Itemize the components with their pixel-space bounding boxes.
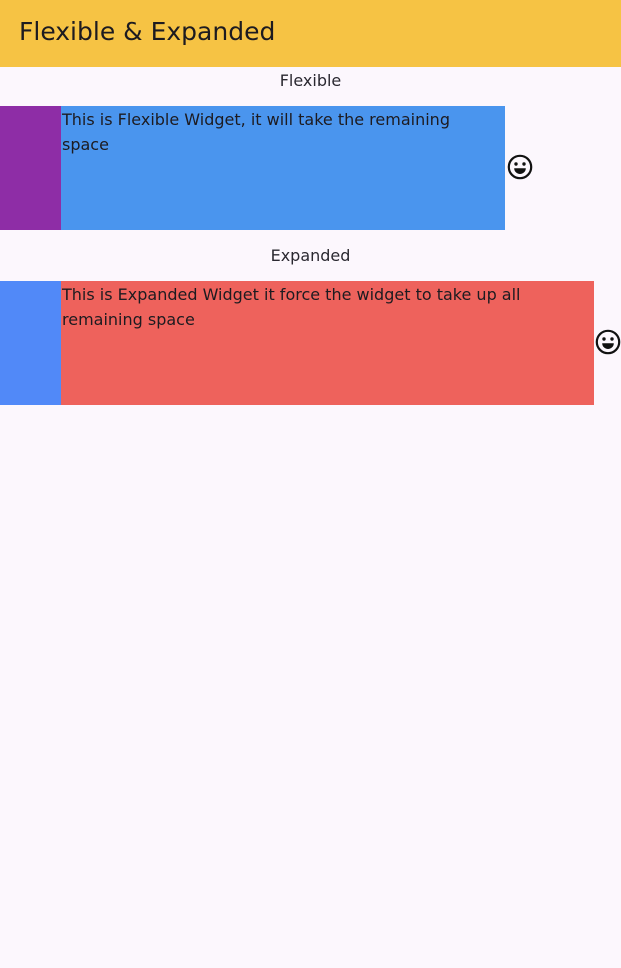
app-bar-title: Flexible & Expanded [19,17,276,46]
expanded-widget-box: This is Expanded Widget it force the wid… [61,281,594,405]
flexible-section-label: Flexible [279,71,342,90]
expanded-section-label: Expanded [270,246,351,265]
app-bar: Flexible & Expanded [0,0,621,67]
smiley-emoji-icon [595,329,621,355]
expanded-row: This is Expanded Widget it force the wid… [0,281,621,405]
flexible-widget-box: This is Flexible Widget, it will take th… [61,106,505,230]
expanded-widget-text: This is Expanded Widget it force the wid… [62,285,521,329]
expanded-side-box [0,281,61,405]
flexible-widget-text: This is Flexible Widget, it will take th… [62,110,450,154]
flexible-side-box [0,106,61,230]
flexible-row: This is Flexible Widget, it will take th… [0,106,621,230]
smiley-emoji-icon [507,154,533,180]
